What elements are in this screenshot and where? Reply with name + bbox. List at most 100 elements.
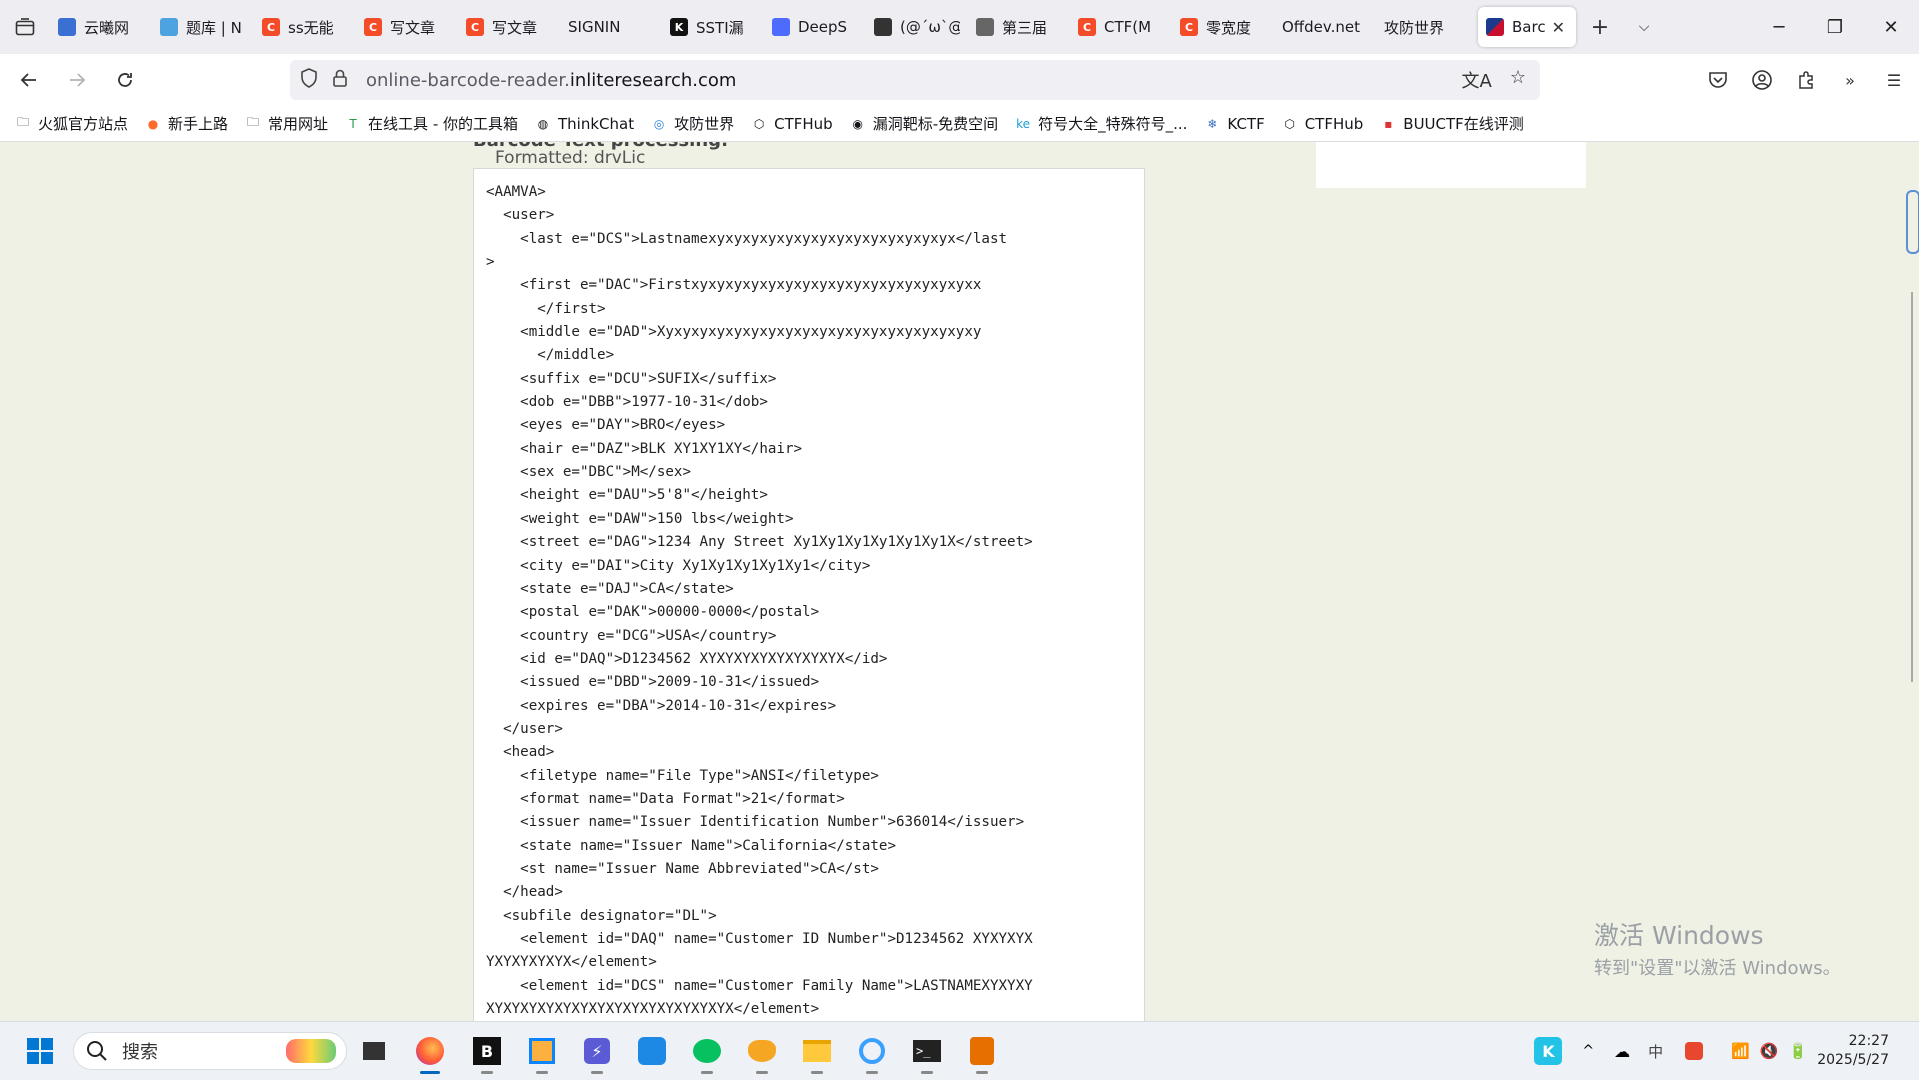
k-app-icon[interactable]: K — [1534, 1037, 1563, 1065]
tab-label: 零宽度 — [1206, 18, 1252, 37]
activation-watermark: 激活 Windows 转到"设置"以激活 Windows。 — [1594, 916, 1841, 980]
taskbar-explorer[interactable] — [797, 1031, 837, 1074]
taskbar-app4[interactable]: ⚡ — [577, 1031, 617, 1074]
close-window-button[interactable]: ✕ — [1863, 0, 1919, 54]
tab-6[interactable]: K SSTI漏 — [662, 7, 764, 47]
tab-5[interactable]: SIGNIN — [560, 7, 662, 47]
menu-icon[interactable]: ☰ — [1879, 65, 1909, 95]
tab-9[interactable]: 第三届 — [968, 7, 1070, 47]
bookmark-item[interactable]: ▪ BUUCTF在线评测 — [1379, 113, 1524, 134]
forward-button[interactable] — [58, 61, 96, 99]
tab-3[interactable]: C 写文章 — [356, 7, 458, 47]
bookmark-item[interactable]: 🗀 火狐官方站点 — [14, 113, 128, 134]
chevron-up-icon[interactable]: ^ — [1582, 1043, 1594, 1059]
bookmark-item[interactable]: ● 新手上路 — [144, 113, 228, 134]
tab-label: 云曦网 — [84, 18, 130, 37]
wifi-icon[interactable]: 📶 — [1731, 1042, 1750, 1060]
ime-indicator[interactable]: 中 — [1648, 1041, 1663, 1062]
tab-label: SSTI漏 — [696, 18, 744, 37]
battery-icon[interactable]: 🔋 — [1789, 1042, 1808, 1060]
tab-2[interactable]: Css无能 — [254, 7, 356, 47]
taskbar-app5[interactable] — [632, 1031, 672, 1071]
bookmark-item[interactable]: ◎ 攻防世界 — [650, 113, 734, 134]
bookmark-label: BUUCTF在线评测 — [1403, 115, 1524, 133]
restore-button[interactable]: ❐ — [1807, 0, 1863, 54]
bookmark-app-icon — [638, 1037, 666, 1065]
back-button[interactable] — [10, 61, 48, 99]
volume-muted-icon[interactable]: 🔇 — [1760, 1042, 1779, 1060]
taskbar-taskview[interactable] — [354, 1031, 394, 1071]
windows-logo-icon — [27, 1038, 53, 1064]
taskbar-firefox[interactable] — [410, 1031, 450, 1074]
tool-icon: T — [349, 116, 357, 131]
tab-label: 写文章 — [492, 18, 538, 37]
watermark-line2: 转到"设置"以激活 Windows。 — [1594, 958, 1841, 979]
fish-icon — [748, 1040, 776, 1062]
search-icon — [87, 1041, 107, 1061]
clock[interactable]: 22:27 2025/5/27 — [1817, 1032, 1889, 1070]
address-bar[interactable]: online-barcode-reader.inliteresearch.com… — [290, 60, 1540, 100]
taskbar-app3[interactable] — [522, 1031, 562, 1074]
side-panel — [1316, 142, 1586, 188]
bookmark-item[interactable]: ❄ KCTF — [1203, 115, 1264, 133]
wechat-icon — [693, 1039, 721, 1063]
page-content: Barcode Text processing: Formatted: drvL… — [0, 142, 1919, 1021]
taskbar-java[interactable] — [962, 1031, 1002, 1074]
sogou-icon[interactable] — [1685, 1042, 1704, 1060]
taskbar: 搜索 B ⚡ >_ K ^ ☁ 中 📶 🔇 🔋 22:27 2025/5/27 — [0, 1021, 1919, 1080]
start-button[interactable] — [20, 1031, 60, 1071]
formatted-label: Formatted: drvLic — [495, 148, 646, 168]
tab-label: ss无能 — [288, 18, 334, 37]
bookmark-star-icon[interactable]: ☆ — [1510, 67, 1526, 93]
tab-7[interactable]: DeepS — [764, 7, 866, 47]
onedrive-icon[interactable]: ☁ — [1614, 1042, 1630, 1061]
decoded-text-box[interactable]: <AAMVA> <user> <last e="DCS">Lastnamexyx… — [473, 168, 1145, 1021]
new-tab-button[interactable]: + — [1576, 15, 1624, 40]
lock-icon[interactable] — [332, 68, 356, 92]
tab-8[interactable]: (@´ω`@ — [866, 7, 968, 47]
bookmark-label: 新手上路 — [168, 115, 229, 133]
bookmark-item[interactable]: T 在线工具 - 你的工具箱 — [344, 113, 518, 134]
pocket-icon[interactable] — [1703, 65, 1733, 95]
tab-13[interactable]: 攻防世界 — [1376, 7, 1478, 47]
bookmark-item[interactable]: ke 符号大全_特殊符号_... — [1014, 113, 1187, 134]
bookmark-label: 在线工具 - 你的工具箱 — [368, 115, 518, 133]
reload-button[interactable] — [106, 61, 144, 99]
tab-4[interactable]: C 写文章 — [458, 7, 560, 47]
taskbar-app9[interactable] — [852, 1031, 892, 1074]
bookmark-item[interactable]: 🗀 常用网址 — [244, 113, 328, 134]
scrollbar-thumb[interactable] — [1906, 190, 1919, 254]
tab-12[interactable]: Offdev.net — [1274, 7, 1376, 47]
csdn-icon: C — [262, 18, 280, 36]
tab-active-barcode[interactable]: Barc ✕ — [1478, 7, 1576, 47]
tab-overview-button[interactable] — [0, 0, 50, 54]
taskbar-burp[interactable]: B — [467, 1031, 507, 1074]
taskbar-terminal[interactable]: >_ — [907, 1031, 947, 1074]
scrollbar-track[interactable] — [1911, 292, 1913, 682]
tab-11[interactable]: C 零宽度 — [1172, 7, 1274, 47]
bookmark-item[interactable]: ⬡ CTFHub — [1281, 115, 1363, 133]
url-text[interactable]: online-barcode-reader.inliteresearch.com — [366, 70, 736, 91]
bookmark-item[interactable]: ◍ ThinkChat — [534, 115, 634, 133]
tab-label: 题库 | N — [186, 18, 242, 37]
close-tab-icon[interactable]: ✕ — [1552, 18, 1565, 37]
bookmark-item[interactable]: ⬡ CTFHub — [750, 115, 833, 133]
translate-icon[interactable]: 文A — [1462, 67, 1492, 93]
extensions-icon[interactable] — [1791, 65, 1821, 95]
taskbar-wechat[interactable] — [687, 1031, 727, 1074]
account-icon[interactable] — [1747, 65, 1777, 95]
hex-icon: ⬡ — [753, 116, 765, 131]
minimize-button[interactable]: ─ — [1751, 0, 1807, 54]
bookmark-label: 火狐官方站点 — [38, 115, 129, 133]
tab-label: 第三届 — [1002, 18, 1048, 37]
bookmark-item[interactable]: ◉ 漏洞靶标-免费空间 — [849, 113, 998, 134]
taskbar-search[interactable]: 搜索 — [73, 1032, 347, 1070]
list-all-tabs-button[interactable]: ⌵ — [1624, 19, 1664, 35]
more-tools-icon[interactable]: » — [1835, 65, 1865, 95]
window-controls: ─ ❐ ✕ — [1751, 0, 1919, 54]
tracking-protection-icon[interactable] — [300, 68, 324, 92]
tab-1[interactable]: 题库 | N — [152, 7, 254, 47]
tab-0[interactable]: 云曦网 — [50, 7, 152, 47]
taskbar-app7[interactable] — [742, 1031, 782, 1074]
tab-10[interactable]: C CTF(M — [1070, 7, 1172, 47]
